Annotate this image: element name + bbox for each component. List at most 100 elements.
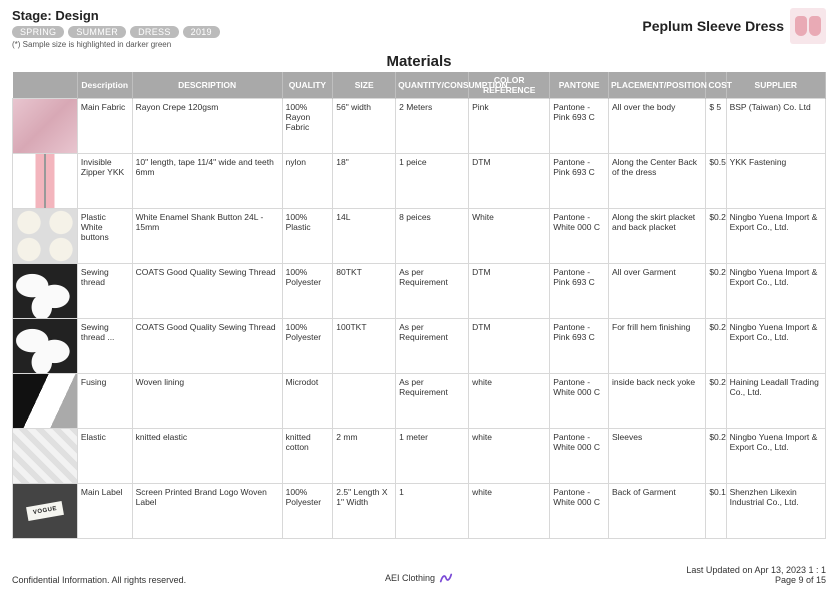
cell-desc2: COATS Good Quality Sewing Thread [132,319,282,374]
col-quality: QUALITY [282,72,333,99]
cell-size: 14L [333,209,396,264]
cell-supplier: Ningbo Yuena Import & Export Co., Ltd. [726,319,825,374]
page-footer: Confidential Information. All rights res… [12,565,826,585]
cell-quality: knitted cotton [282,429,333,484]
cell-desc1: Fusing [77,374,132,429]
cell-quality: 100% Rayon Fabric [282,99,333,154]
cell-color: white [469,374,550,429]
col-placement: PLACEMENT/POSITION [609,72,706,99]
material-swatch [13,484,78,539]
col-description2: DESCRIPTION [132,72,282,99]
last-updated: Last Updated on Apr 13, 2023 1 : 1 [686,565,826,575]
material-swatch [13,209,78,264]
cell-cost: $0.5 [706,154,726,209]
cell-color: white [469,429,550,484]
product-thumbnail [790,8,826,44]
cell-desc1: Sewing thread ... [77,319,132,374]
cell-placement: Along the Center Back of the dress [609,154,706,209]
cell-qty: 1 [396,484,469,539]
tag-2019: 2019 [183,26,220,38]
table-row: Elasticknitted elasticknitted cotton2 mm… [13,429,826,484]
cell-pantone: Pantone - Pink 693 C [550,99,609,154]
material-swatch [13,429,78,484]
cell-desc1: Main Fabric [77,99,132,154]
cell-cost: $0.25 [706,209,726,264]
cell-pantone: Pantone - Pink 693 C [550,319,609,374]
cell-placement: inside back neck yoke [609,374,706,429]
col-pantone: PANTONE [550,72,609,99]
footer-brand: AEI Clothing [385,571,453,585]
table-row: Main FabricRayon Crepe 120gsm100% Rayon … [13,99,826,154]
tag-row: SPRING SUMMER DRESS 2019 [12,26,220,38]
cell-cost: $0.10 [706,484,726,539]
cell-supplier: Ningbo Yuena Import & Export Co., Ltd. [726,264,825,319]
cell-qty: 8 peices [396,209,469,264]
cell-desc1: Main Label [77,484,132,539]
cell-color: DTM [469,319,550,374]
cell-desc1: Invisible Zipper YKK [77,154,132,209]
cell-color: Pink [469,99,550,154]
tag-spring: SPRING [12,26,64,38]
cell-quality: 100% Polyester [282,319,333,374]
cell-color: white [469,484,550,539]
cell-qty: As per Requirement [396,319,469,374]
cell-placement: Along the skirt placket and back placket [609,209,706,264]
material-swatch [13,319,78,374]
cell-supplier: Shenzhen Likexin Industrial Co., Ltd. [726,484,825,539]
material-swatch [13,264,78,319]
material-swatch [13,154,78,209]
page-header: Stage: Design SPRING SUMMER DRESS 2019 (… [12,8,826,49]
brand-logo-icon [439,571,453,585]
cell-placement: All over the body [609,99,706,154]
tag-summer: SUMMER [68,26,126,38]
sample-size-note: (*) Sample size is highlighted in darker… [12,40,220,49]
brand-name: AEI Clothing [385,573,435,583]
stage-line: Stage: Design [12,8,220,23]
table-row: Main LabelScreen Printed Brand Logo Wove… [13,484,826,539]
cell-desc2: White Enamel Shank Button 24L - 15mm [132,209,282,264]
table-row: FusingWoven liningMicrodotAs per Require… [13,374,826,429]
table-header: Description DESCRIPTION QUALITY SIZE QUA… [13,72,826,99]
header-left: Stage: Design SPRING SUMMER DRESS 2019 (… [12,8,220,49]
cell-size: 56" width [333,99,396,154]
dress-icon [809,16,821,36]
cell-supplier: Ningbo Yuena Import & Export Co., Ltd. [726,429,825,484]
cell-cost: $0.25 [706,319,726,374]
table-row: Invisible Zipper YKK10" length, tape 11/… [13,154,826,209]
tag-dress: DRESS [130,26,179,38]
cell-color: DTM [469,264,550,319]
cell-desc2: knitted elastic [132,429,282,484]
table-row: Plastic White buttonsWhite Enamel Shank … [13,209,826,264]
cell-cost: $0.25 [706,429,726,484]
cell-supplier: Ningbo Yuena Import & Export Co., Ltd. [726,209,825,264]
cell-size: 2 mm [333,429,396,484]
cell-supplier: YKK Fastening [726,154,825,209]
cell-size: 100TKT [333,319,396,374]
cell-desc1: Plastic White buttons [77,209,132,264]
dress-icon [795,16,807,36]
cell-quality: nylon [282,154,333,209]
cell-pantone: Pantone - Pink 693 C [550,154,609,209]
col-size: SIZE [333,72,396,99]
cell-quality: 100% Polyester [282,264,333,319]
cell-desc2: COATS Good Quality Sewing Thread [132,264,282,319]
cell-placement: Back of Garment [609,484,706,539]
confidential-text: Confidential Information. All rights res… [12,575,186,585]
cell-desc2: Woven lining [132,374,282,429]
cell-pantone: Pantone - White 000 C [550,429,609,484]
cell-desc1: Elastic [77,429,132,484]
col-cost: COST [706,72,726,99]
cell-quality: Microdot [282,374,333,429]
cell-desc2: 10" length, tape 11/4" wide and teeth 6m… [132,154,282,209]
cell-qty: 1 peice [396,154,469,209]
cell-desc1: Sewing thread [77,264,132,319]
cell-desc2: Rayon Crepe 120gsm [132,99,282,154]
col-quantity: QUANTITY/CONSUMPTION [396,72,469,99]
tech-pack-page: Stage: Design SPRING SUMMER DRESS 2019 (… [0,0,838,595]
cell-cost: $0.25 [706,374,726,429]
cell-pantone: Pantone - White 000 C [550,374,609,429]
cell-cost: $ 5 [706,99,726,154]
page-number: Page 9 of 15 [686,575,826,585]
cell-cost: $0.25 [706,264,726,319]
col-description: Description [77,72,132,99]
